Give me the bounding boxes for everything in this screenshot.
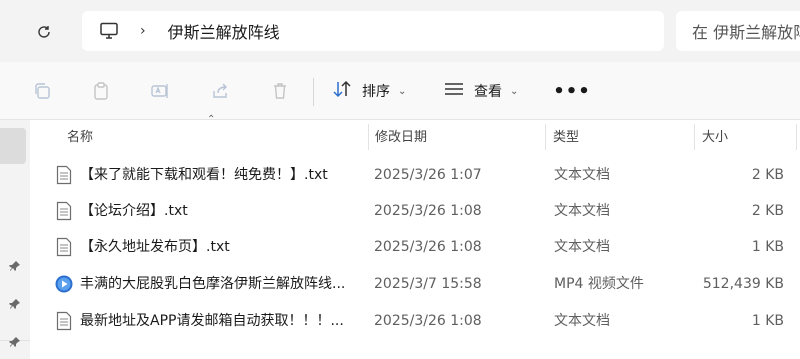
file-row[interactable]: 丰满的大屁股乳白色摩洛伊斯兰解放阵线... 2025/3/7 15:58 MP4… (30, 266, 800, 302)
view-chevron-down-icon: ⌄ (510, 85, 519, 97)
file-size: 2 KB (751, 167, 784, 183)
breadcrumb-chevron-icon[interactable]: › (140, 23, 146, 39)
refresh-icon[interactable] (30, 19, 58, 45)
paste-icon[interactable] (89, 79, 113, 103)
share-icon[interactable] (208, 79, 232, 103)
view-label: 查看 (474, 84, 502, 100)
sort-chevron-down-icon: ⌄ (398, 85, 407, 97)
column-header-name[interactable]: 名称 (67, 120, 93, 150)
column-header-type[interactable]: 类型 (553, 120, 579, 150)
file-size: 1 KB (751, 239, 784, 255)
column-separator[interactable] (694, 124, 695, 150)
column-header-modified[interactable]: 修改日期 (375, 120, 427, 150)
file-name[interactable]: 【论坛介绍】.txt (80, 193, 362, 229)
sort-ascending-icon: ⌃ (207, 114, 216, 125)
copy-icon[interactable] (30, 79, 54, 103)
view-icon (444, 81, 464, 101)
file-name[interactable]: 【来了就能下载和观看！纯免费！】.txt (80, 157, 362, 193)
file-type: MP4 视频文件 (554, 276, 644, 292)
command-bar: 排序 ⌄ 查看 ⌄ ••• (0, 62, 800, 120)
file-row[interactable]: 【永久地址发布页】.txt 2025/3/26 1:08 文本文档 1 KB (30, 229, 800, 265)
file-row[interactable]: 最新地址及APP请发邮箱自动获取！！！... 2025/3/26 1:08 文本… (30, 303, 800, 339)
rename-icon[interactable] (148, 79, 172, 103)
more-options-icon[interactable]: ••• (553, 79, 590, 103)
column-separator[interactable] (368, 124, 369, 150)
text-file-icon (54, 201, 74, 221)
pin-icon[interactable] (8, 259, 22, 273)
column-header-size[interactable]: 大小 (702, 120, 728, 150)
nav-selected-item[interactable] (0, 128, 26, 164)
column-separator[interactable] (545, 124, 546, 150)
text-file-icon (54, 237, 74, 257)
file-row[interactable]: 【来了就能下载和观看！纯免费！】.txt 2025/3/26 1:07 文本文档… (30, 157, 800, 193)
file-size: 2 KB (751, 203, 784, 219)
navigation-pane (0, 120, 30, 359)
view-button[interactable]: 查看 ⌄ (444, 79, 518, 103)
file-modified: 2025/3/26 1:08 (374, 239, 482, 255)
search-input[interactable]: 在 伊斯兰解放阵线 中搜索 (676, 11, 800, 51)
file-type: 文本文档 (554, 239, 610, 255)
file-name[interactable]: 最新地址及APP请发邮箱自动获取！！！... (80, 303, 362, 339)
file-modified: 2025/3/26 1:08 (374, 203, 482, 219)
file-size: 1 KB (751, 313, 784, 329)
file-row[interactable]: 【论坛介绍】.txt 2025/3/26 1:08 文本文档 2 KB (30, 193, 800, 229)
pin-icon[interactable] (8, 335, 22, 349)
file-size: 512,439 KB (702, 276, 784, 292)
computer-icon[interactable] (98, 20, 120, 42)
address-bar-row: › 伊斯兰解放阵线 在 伊斯兰解放阵线 中搜索 (0, 0, 800, 62)
breadcrumb-current-folder[interactable]: 伊斯兰解放阵线 (168, 19, 280, 43)
delete-icon[interactable] (268, 79, 292, 103)
pin-icon[interactable] (8, 297, 22, 311)
file-type: 文本文档 (554, 313, 610, 329)
file-type: 文本文档 (554, 167, 610, 183)
sort-button[interactable]: 排序 ⌄ (332, 79, 406, 103)
toolbar-divider (313, 78, 314, 106)
file-modified: 2025/3/7 15:58 (374, 276, 482, 292)
sort-icon (332, 80, 352, 102)
text-file-icon (54, 165, 74, 185)
file-modified: 2025/3/26 1:07 (374, 167, 482, 183)
address-box[interactable]: › 伊斯兰解放阵线 (82, 11, 664, 51)
file-name[interactable]: 【永久地址发布页】.txt (80, 229, 362, 265)
file-name[interactable]: 丰满的大屁股乳白色摩洛伊斯兰解放阵线... (80, 266, 362, 302)
search-placeholder: 在 伊斯兰解放阵线 中搜索 (692, 23, 800, 42)
file-type: 文本文档 (554, 203, 610, 219)
sort-label: 排序 (362, 84, 390, 100)
column-separator[interactable] (796, 124, 797, 150)
text-file-icon (54, 311, 74, 331)
file-modified: 2025/3/26 1:08 (374, 313, 482, 329)
video-file-icon (54, 274, 74, 294)
